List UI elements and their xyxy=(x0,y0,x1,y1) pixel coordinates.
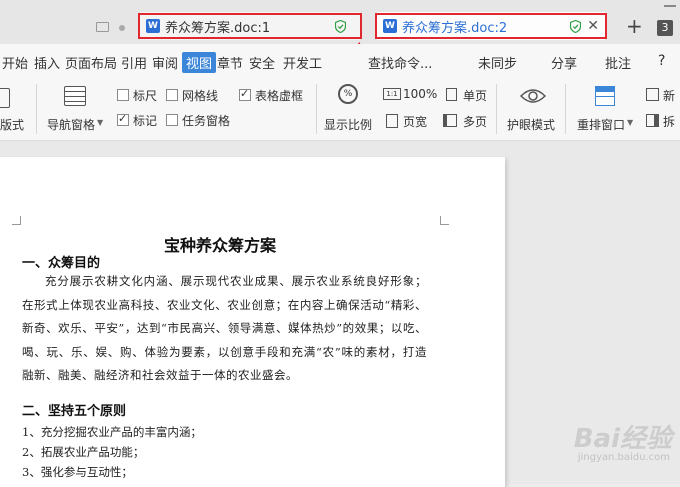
table-gridlines-label: 表格虚框 xyxy=(255,89,304,103)
sync-status[interactable]: 未同步 xyxy=(478,53,517,72)
multi-page-button[interactable]: 多页 xyxy=(463,113,487,130)
actual-size-icon: 1:1 xyxy=(383,88,401,100)
markers-checkbox[interactable] xyxy=(117,112,129,126)
layout-mode-icon xyxy=(0,88,10,108)
document-list-item-1: 1、充分挖掘农业产品的丰富内涵； xyxy=(22,425,202,439)
tab-bar: W 养众筹方案.doc:1 W 养众筹方案.doc:2 ✕ + 3 xyxy=(0,0,680,44)
document-list-item-3: 3、强化参与互动性； xyxy=(22,465,133,479)
menu-home[interactable]: 开始 xyxy=(2,53,28,72)
document-heading-1: 一、众筹目的 xyxy=(22,256,101,271)
menu-section[interactable]: 章节 xyxy=(217,53,243,72)
monitor-icon[interactable] xyxy=(96,22,109,32)
window-minimize-icon[interactable] xyxy=(664,5,676,7)
zoom-icon: % xyxy=(338,84,358,104)
task-pane-label: 任务窗格 xyxy=(182,114,231,128)
baidu-watermark: Bai经验 xyxy=(573,424,672,454)
menu-security[interactable]: 安全 xyxy=(249,53,275,72)
ribbon-view: 版式 导航窗格 ▼ 标尺 网格线 表格虚框 标记 任务窗格 % 显示比例 1:1… xyxy=(0,78,680,141)
page-width-icon xyxy=(386,114,398,128)
ribbon-divider xyxy=(496,84,497,134)
ruler-checkbox[interactable] xyxy=(117,89,129,101)
split-window-button[interactable]: 拆 xyxy=(663,113,675,130)
page-corner-marker xyxy=(12,216,21,225)
new-window-button[interactable]: 新 xyxy=(663,87,675,104)
menu-page-layout[interactable]: 页面布局 xyxy=(65,53,117,72)
single-page-icon xyxy=(446,88,457,101)
menu-references[interactable]: 引用 xyxy=(121,53,147,72)
menu-review[interactable]: 审阅 xyxy=(152,53,178,72)
ribbon-divider xyxy=(565,84,566,134)
zoom-ratio-button[interactable]: 显示比例 xyxy=(324,116,372,133)
layout-mode-button[interactable]: 版式 xyxy=(0,116,24,133)
gridlines-label: 网格线 xyxy=(182,89,219,103)
baidu-watermark-url: jingyan.baidu.com xyxy=(577,452,670,463)
split-window-icon xyxy=(646,114,659,127)
page-corner-marker xyxy=(440,216,449,225)
highlight-box-tab-2 xyxy=(375,13,607,39)
document-paragraph-1: 充分展示农耕文化内涵、展示现代农业成果、展示农业系统良好形象；在形式上体现农业高… xyxy=(22,274,427,382)
share-button[interactable]: 分享 xyxy=(551,53,577,72)
table-gridlines-checkbox[interactable] xyxy=(239,87,251,101)
menu-view[interactable]: 视图 xyxy=(182,52,217,73)
menu-bar: 开始 插入 页面布局 引用 审阅 视图 章节 安全 开发工 › 查找命令... … xyxy=(0,44,680,115)
rearrange-window-button[interactable]: 重排窗口 xyxy=(577,116,625,133)
menu-insert[interactable]: 插入 xyxy=(34,53,60,72)
command-search[interactable]: 查找命令... xyxy=(368,53,432,72)
multi-page-icon xyxy=(443,114,457,127)
highlight-box-tab-1 xyxy=(138,13,362,39)
chevron-down-icon: ▼ xyxy=(627,118,634,127)
nav-pane-icon xyxy=(64,86,86,106)
zoom-100-button[interactable]: 100% xyxy=(403,87,437,101)
ruler-label: 标尺 xyxy=(133,89,158,103)
chevron-down-icon: ▼ xyxy=(97,118,104,127)
new-tab-button[interactable]: + xyxy=(626,14,643,38)
page-width-button[interactable]: 页宽 xyxy=(403,113,427,130)
help-button[interactable]: ? xyxy=(658,53,665,69)
ribbon-divider xyxy=(36,84,37,134)
dot-icon xyxy=(119,25,125,31)
markers-label: 标记 xyxy=(133,114,158,128)
task-pane-checkbox[interactable] xyxy=(166,114,178,126)
eye-icon xyxy=(520,89,546,103)
single-page-button[interactable]: 单页 xyxy=(463,87,487,104)
document-heading-2: 二、坚持五个原则 xyxy=(22,404,127,419)
new-window-icon xyxy=(646,88,659,101)
eye-mode-button[interactable]: 护眼模式 xyxy=(507,116,555,133)
ribbon-divider xyxy=(316,84,317,134)
annotate-button[interactable]: 批注 xyxy=(605,53,631,72)
tab-count-badge[interactable]: 3 xyxy=(657,20,673,36)
document-list-item-2: 2、拓展农业产品功能； xyxy=(22,445,145,459)
gridlines-checkbox[interactable] xyxy=(166,89,178,101)
nav-pane-button[interactable]: 导航窗格 xyxy=(47,116,95,133)
rearrange-window-icon xyxy=(595,86,615,106)
menu-developer[interactable]: 开发工 xyxy=(283,53,322,72)
